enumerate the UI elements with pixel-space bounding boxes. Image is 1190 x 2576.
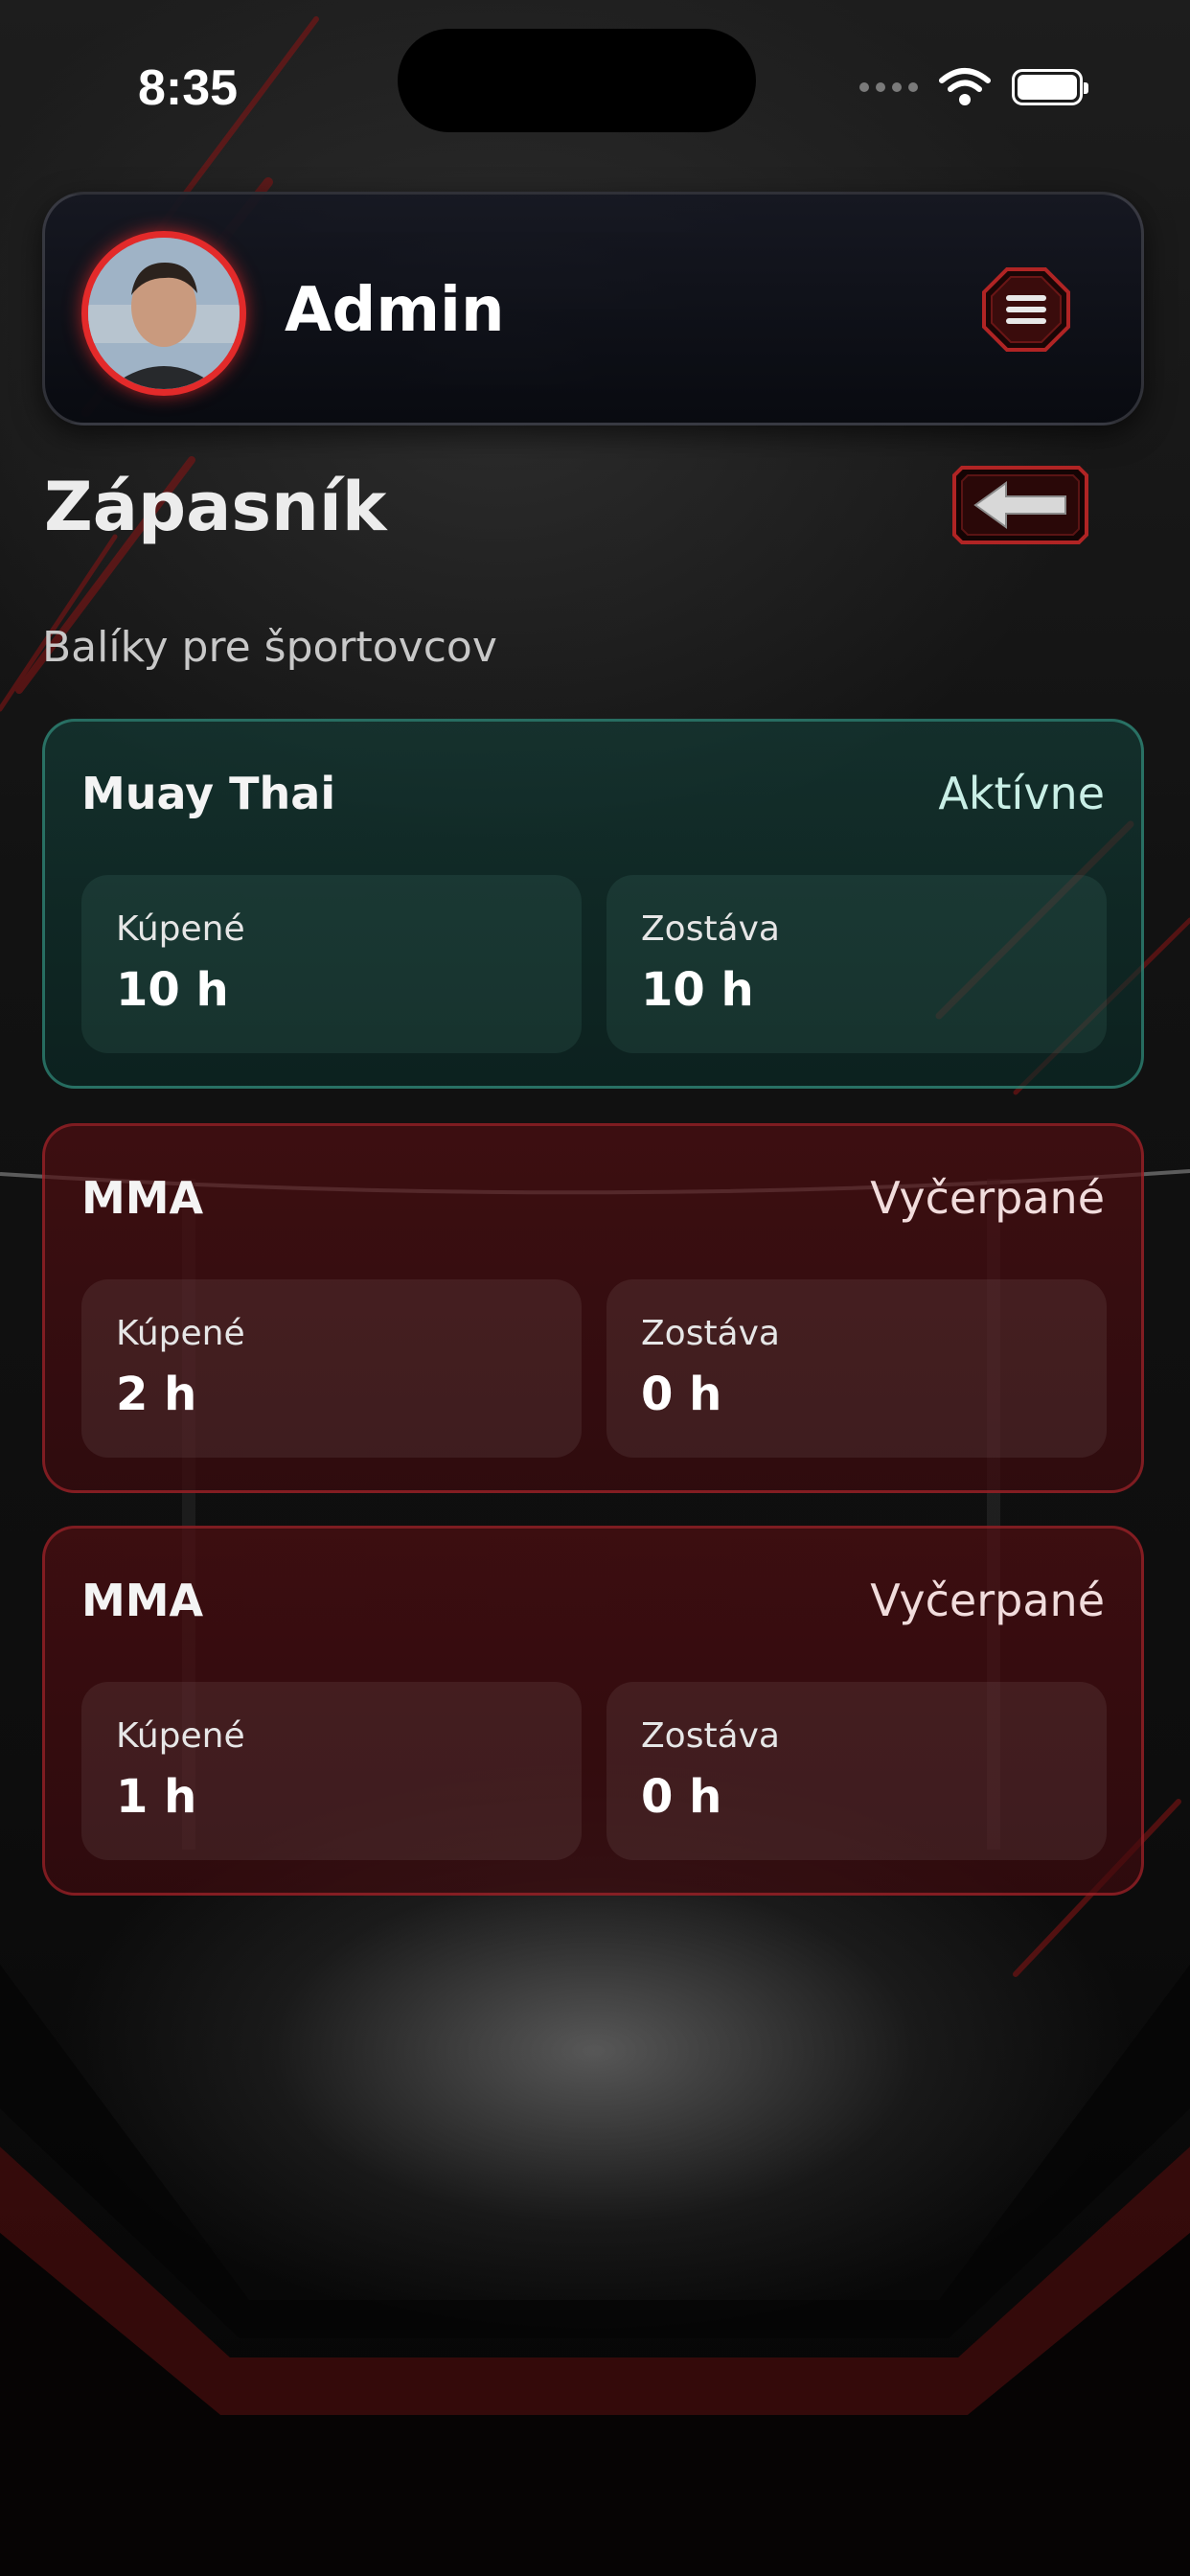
remaining-label: Zostáva bbox=[641, 1716, 780, 1756]
purchased-label: Kúpené bbox=[116, 1716, 245, 1756]
package-card[interactable]: MMA Vyčerpané Kúpené 1 h Zostáva 0 h bbox=[42, 1526, 1144, 1896]
package-status: Vyčerpané bbox=[870, 1575, 1105, 1626]
battery-icon bbox=[1012, 69, 1088, 105]
package-name: MMA bbox=[81, 1575, 204, 1626]
remaining-box: Zostáva 10 h bbox=[606, 875, 1107, 1053]
remaining-value: 0 h bbox=[641, 1368, 722, 1421]
purchased-box: Kúpené 1 h bbox=[81, 1682, 582, 1860]
purchased-box: Kúpené 10 h bbox=[81, 875, 582, 1053]
username: Admin bbox=[285, 275, 505, 346]
package-status: Aktívne bbox=[938, 768, 1105, 819]
dynamic-island bbox=[398, 29, 756, 132]
remaining-label: Zostáva bbox=[641, 1314, 780, 1353]
remaining-box: Zostáva 0 h bbox=[606, 1682, 1107, 1860]
package-card[interactable]: Muay Thai Aktívne Kúpené 10 h Zostáva 10… bbox=[42, 719, 1144, 1089]
purchased-value: 1 h bbox=[116, 1770, 197, 1824]
menu-button[interactable] bbox=[980, 265, 1072, 354]
purchased-box: Kúpené 2 h bbox=[81, 1279, 582, 1458]
package-status: Vyčerpané bbox=[870, 1172, 1105, 1224]
purchased-value: 2 h bbox=[116, 1368, 197, 1421]
status-icons bbox=[859, 67, 1088, 107]
package-card[interactable]: MMA Vyčerpané Kúpené 2 h Zostáva 0 h bbox=[42, 1123, 1144, 1493]
avatar[interactable] bbox=[81, 231, 246, 396]
back-button[interactable] bbox=[952, 466, 1088, 544]
purchased-label: Kúpené bbox=[116, 909, 245, 949]
remaining-value: 10 h bbox=[641, 963, 754, 1017]
remaining-box: Zostáva 0 h bbox=[606, 1279, 1107, 1458]
package-name: Muay Thai bbox=[81, 768, 336, 819]
avatar-image bbox=[88, 238, 240, 389]
purchased-label: Kúpené bbox=[116, 1314, 245, 1353]
section-label: Balíky pre športovcov bbox=[42, 623, 497, 672]
remaining-label: Zostáva bbox=[641, 909, 780, 949]
wifi-icon bbox=[939, 68, 991, 105]
profile-header: Admin bbox=[42, 192, 1144, 426]
package-name: MMA bbox=[81, 1172, 204, 1224]
page-title: Zápasník bbox=[44, 468, 387, 546]
purchased-value: 10 h bbox=[116, 963, 229, 1017]
remaining-value: 0 h bbox=[641, 1770, 722, 1824]
status-time: 8:35 bbox=[138, 60, 239, 116]
signal-icon bbox=[859, 82, 918, 92]
